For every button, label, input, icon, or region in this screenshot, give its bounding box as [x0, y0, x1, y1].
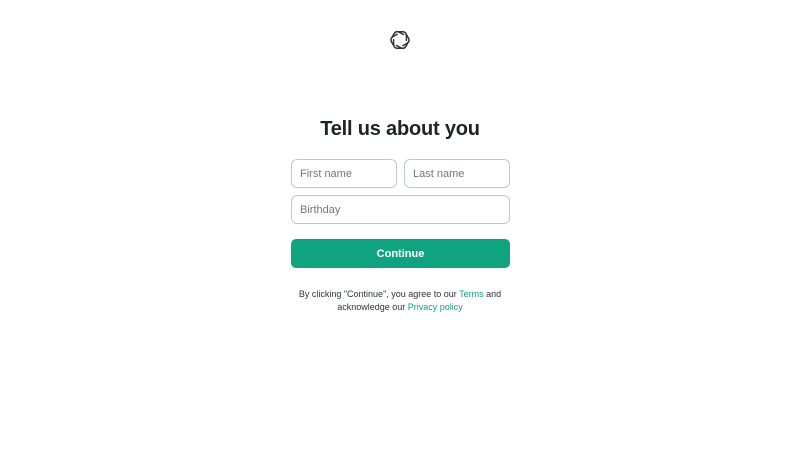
- last-name-field[interactable]: [404, 159, 510, 188]
- first-name-field[interactable]: [291, 159, 397, 188]
- legal-line-2: acknowledge our Privacy policy: [0, 301, 800, 314]
- page-title: Tell us about you: [320, 118, 480, 140]
- legal-notice: By clicking "Continue", you agree to our…: [0, 288, 800, 314]
- legal-prefix-text: By clicking "Continue", you agree to our: [298, 289, 460, 299]
- openai-logo-icon: [389, 29, 411, 51]
- legal-middle-text: and: [483, 289, 502, 299]
- continue-button[interactable]: Continue: [291, 239, 510, 268]
- page: Tell us about you Continue By clicking "…: [0, 0, 800, 450]
- legal-line2-prefix-text: acknowledge our: [337, 302, 408, 312]
- legal-line-1: By clicking "Continue", you agree to our…: [0, 288, 800, 301]
- birthday-field[interactable]: [291, 195, 510, 224]
- terms-link[interactable]: Terms: [459, 289, 484, 299]
- privacy-policy-link[interactable]: Privacy policy: [408, 302, 463, 312]
